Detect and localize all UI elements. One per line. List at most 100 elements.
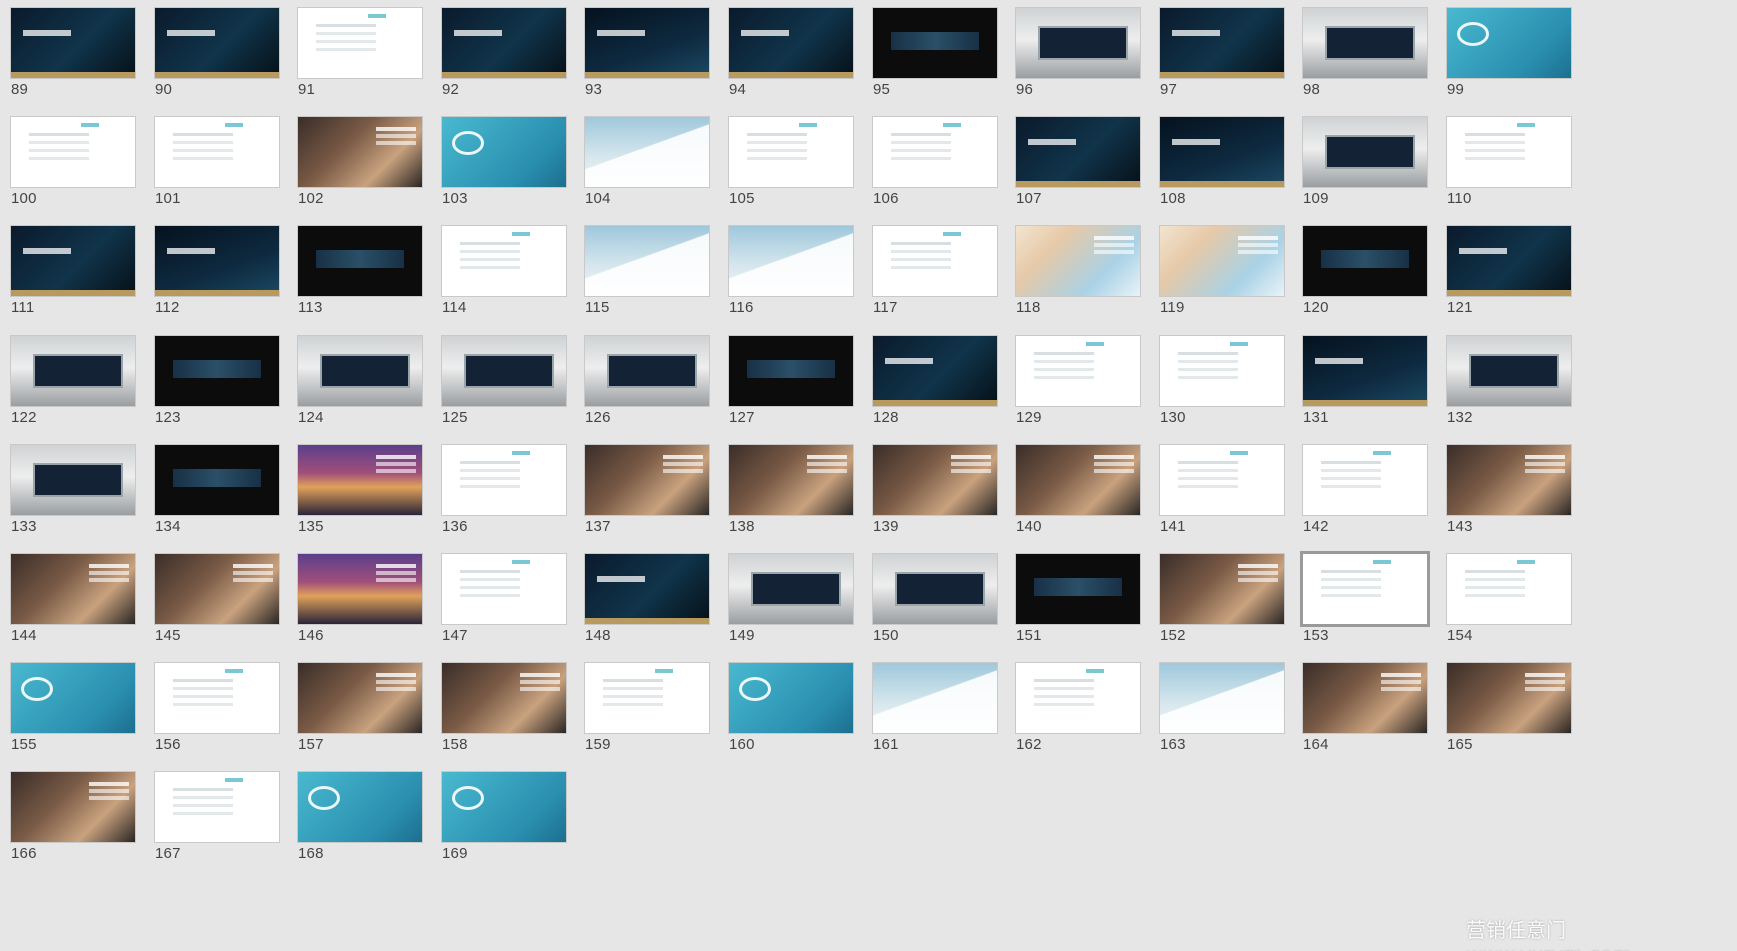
slide-152[interactable]: 152 bbox=[1160, 554, 1284, 644]
slide-thumbnail[interactable] bbox=[585, 336, 709, 406]
slide-128[interactable]: 128 bbox=[873, 336, 997, 426]
slide-thumbnail[interactable] bbox=[442, 226, 566, 296]
slide-thumbnail[interactable] bbox=[873, 336, 997, 406]
slide-thumbnail[interactable] bbox=[1016, 663, 1140, 733]
slide-155[interactable]: 155 bbox=[11, 663, 135, 753]
slide-161[interactable]: 161 bbox=[873, 663, 997, 753]
slide-thumbnail[interactable] bbox=[873, 8, 997, 78]
slide-thumbnail[interactable] bbox=[729, 554, 853, 624]
slide-thumbnail[interactable] bbox=[585, 117, 709, 187]
slide-158[interactable]: 158 bbox=[442, 663, 566, 753]
slide-131[interactable]: 131 bbox=[1303, 336, 1427, 426]
slide-thumbnail[interactable] bbox=[1016, 336, 1140, 406]
slide-thumbnail[interactable] bbox=[1016, 226, 1140, 296]
slide-109[interactable]: 109 bbox=[1303, 117, 1427, 207]
slide-thumbnail[interactable] bbox=[442, 772, 566, 842]
slide-142[interactable]: 142 bbox=[1303, 445, 1427, 535]
slide-104[interactable]: 104 bbox=[585, 117, 709, 207]
slide-120[interactable]: 120 bbox=[1303, 226, 1427, 316]
slide-150[interactable]: 150 bbox=[873, 554, 997, 644]
slide-108[interactable]: 108 bbox=[1160, 117, 1284, 207]
slide-thumbnail[interactable] bbox=[873, 445, 997, 515]
slide-118[interactable]: 118 bbox=[1016, 226, 1140, 316]
slide-thumbnail[interactable] bbox=[1160, 8, 1284, 78]
slide-thumbnail[interactable] bbox=[298, 117, 422, 187]
slide-thumbnail[interactable] bbox=[729, 336, 853, 406]
slide-122[interactable]: 122 bbox=[11, 336, 135, 426]
slide-thumbnail[interactable] bbox=[298, 663, 422, 733]
slide-thumbnail[interactable] bbox=[1160, 226, 1284, 296]
slide-159[interactable]: 159 bbox=[585, 663, 709, 753]
slide-thumbnail[interactable] bbox=[729, 8, 853, 78]
slide-97[interactable]: 97 bbox=[1160, 8, 1284, 98]
slide-132[interactable]: 132 bbox=[1447, 336, 1571, 426]
slide-thumbnail[interactable] bbox=[1447, 8, 1571, 78]
slide-139[interactable]: 139 bbox=[873, 445, 997, 535]
slide-135[interactable]: 135 bbox=[298, 445, 422, 535]
slide-125[interactable]: 125 bbox=[442, 336, 566, 426]
slide-thumbnail[interactable] bbox=[298, 336, 422, 406]
slide-114[interactable]: 114 bbox=[442, 226, 566, 316]
slide-thumbnail[interactable] bbox=[442, 8, 566, 78]
slide-153[interactable]: 153 bbox=[1303, 554, 1427, 644]
slide-140[interactable]: 140 bbox=[1016, 445, 1140, 535]
slide-110[interactable]: 110 bbox=[1447, 117, 1571, 207]
slide-thumbnail[interactable] bbox=[155, 663, 279, 733]
slide-thumbnail[interactable] bbox=[1303, 663, 1427, 733]
slide-146[interactable]: 146 bbox=[298, 554, 422, 644]
slide-thumbnail[interactable] bbox=[298, 772, 422, 842]
slide-119[interactable]: 119 bbox=[1160, 226, 1284, 316]
slide-thumbnail[interactable] bbox=[155, 8, 279, 78]
slide-148[interactable]: 148 bbox=[585, 554, 709, 644]
slide-145[interactable]: 145 bbox=[155, 554, 279, 644]
slide-92[interactable]: 92 bbox=[442, 8, 566, 98]
slide-thumbnail[interactable] bbox=[442, 117, 566, 187]
slide-thumbnail[interactable] bbox=[298, 554, 422, 624]
slide-95[interactable]: 95 bbox=[873, 8, 997, 98]
slide-112[interactable]: 112 bbox=[155, 226, 279, 316]
slide-thumbnail[interactable] bbox=[1016, 117, 1140, 187]
slide-thumbnail[interactable] bbox=[1447, 336, 1571, 406]
slide-thumbnail[interactable] bbox=[1160, 445, 1284, 515]
slide-100[interactable]: 100 bbox=[11, 117, 135, 207]
slide-thumbnail[interactable] bbox=[873, 663, 997, 733]
slide-thumbnail[interactable] bbox=[729, 663, 853, 733]
slide-136[interactable]: 136 bbox=[442, 445, 566, 535]
slide-124[interactable]: 124 bbox=[298, 336, 422, 426]
slide-thumbnail[interactable] bbox=[155, 226, 279, 296]
slide-96[interactable]: 96 bbox=[1016, 8, 1140, 98]
slide-141[interactable]: 141 bbox=[1160, 445, 1284, 535]
slide-123[interactable]: 123 bbox=[155, 336, 279, 426]
slide-90[interactable]: 90 bbox=[155, 8, 279, 98]
slide-thumbnail[interactable] bbox=[585, 226, 709, 296]
slide-thumbnail[interactable] bbox=[1447, 663, 1571, 733]
slide-thumbnail[interactable] bbox=[729, 117, 853, 187]
slide-103[interactable]: 103 bbox=[442, 117, 566, 207]
slide-thumbnail[interactable] bbox=[1303, 336, 1427, 406]
slide-156[interactable]: 156 bbox=[155, 663, 279, 753]
slide-133[interactable]: 133 bbox=[11, 445, 135, 535]
slide-102[interactable]: 102 bbox=[298, 117, 422, 207]
slide-165[interactable]: 165 bbox=[1447, 663, 1571, 753]
slide-thumbnail[interactable] bbox=[442, 554, 566, 624]
slide-thumbnail[interactable] bbox=[11, 772, 135, 842]
slide-thumbnail[interactable] bbox=[11, 117, 135, 187]
slide-thumbnail[interactable] bbox=[298, 226, 422, 296]
slide-thumbnail[interactable] bbox=[155, 336, 279, 406]
slide-134[interactable]: 134 bbox=[155, 445, 279, 535]
slide-144[interactable]: 144 bbox=[11, 554, 135, 644]
slide-thumbnail[interactable] bbox=[1447, 117, 1571, 187]
slide-151[interactable]: 151 bbox=[1016, 554, 1140, 644]
slide-115[interactable]: 115 bbox=[585, 226, 709, 316]
slide-126[interactable]: 126 bbox=[585, 336, 709, 426]
slide-thumbnail[interactable] bbox=[11, 663, 135, 733]
slide-thumbnail[interactable] bbox=[1160, 117, 1284, 187]
slide-138[interactable]: 138 bbox=[729, 445, 853, 535]
slide-thumbnail[interactable] bbox=[1303, 226, 1427, 296]
slide-thumbnail[interactable] bbox=[442, 445, 566, 515]
slide-thumbnail[interactable] bbox=[1303, 445, 1427, 515]
slide-113[interactable]: 113 bbox=[298, 226, 422, 316]
slide-168[interactable]: 168 bbox=[298, 772, 422, 862]
slide-106[interactable]: 106 bbox=[873, 117, 997, 207]
slide-167[interactable]: 167 bbox=[155, 772, 279, 862]
